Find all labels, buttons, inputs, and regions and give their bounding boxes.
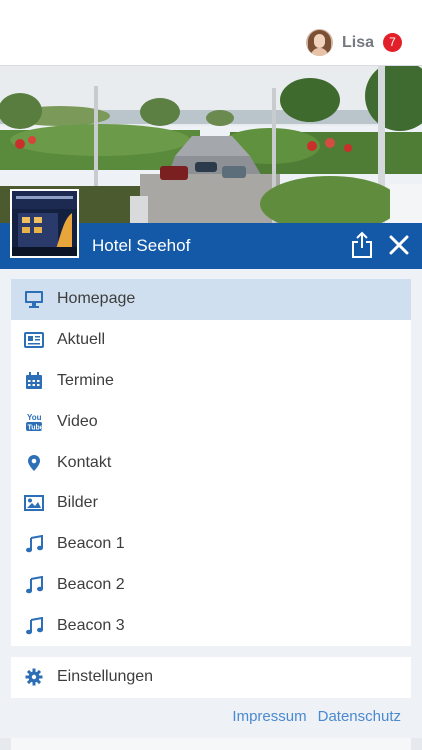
- close-button[interactable]: [388, 234, 410, 256]
- notification-badge[interactable]: 7: [383, 33, 402, 52]
- close-icon: [389, 235, 409, 255]
- menu-item-label: Beacon 2: [57, 575, 125, 593]
- menu-item-aktuell[interactable]: Aktuell: [11, 320, 411, 361]
- menu-item-label: Beacon 1: [57, 535, 125, 553]
- newspaper-icon: [11, 332, 57, 349]
- calendar-icon: [11, 371, 57, 390]
- user-profile[interactable]: Lisa 7: [305, 29, 402, 56]
- impressum-link[interactable]: Impressum: [232, 708, 306, 725]
- menu-item-homepage[interactable]: Homepage: [11, 279, 411, 320]
- datenschutz-link[interactable]: Datenschutz: [318, 708, 401, 725]
- svg-text:Tube: Tube: [28, 424, 44, 431]
- footer-links: Impressum Datenschutz: [221, 708, 401, 725]
- menu-item-einstellungen[interactable]: Einstellungen: [11, 657, 411, 698]
- music-note-icon: [11, 535, 57, 553]
- share-icon: [352, 231, 372, 258]
- menu-item-termine[interactable]: Termine: [11, 361, 411, 402]
- navigation-menu: Homepage Aktuell Termine You Tube Video K…: [11, 279, 411, 646]
- menu-item-beacon-2[interactable]: Beacon 2: [11, 565, 411, 606]
- menu-item-beacon-3[interactable]: Beacon 3: [11, 605, 411, 646]
- svg-text:You: You: [27, 413, 42, 422]
- monitor-icon: [11, 290, 57, 309]
- gear-icon: [11, 668, 57, 686]
- music-note-icon: [11, 616, 57, 635]
- hotel-title: Hotel Seehof: [92, 236, 191, 255]
- menu-item-label: Bilder: [57, 494, 98, 512]
- menu-item-bilder[interactable]: Bilder: [11, 483, 411, 524]
- music-note-icon: [11, 575, 57, 594]
- settings-section: Einstellungen: [11, 657, 411, 698]
- menu-item-label: Homepage: [57, 290, 136, 308]
- menu-item-label: Termine: [57, 371, 114, 389]
- avatar[interactable]: [305, 29, 333, 56]
- menu-item-label: Kontakt: [57, 453, 112, 471]
- menu-item-label: Video: [57, 412, 98, 430]
- share-button[interactable]: [350, 231, 374, 259]
- menu-item-video[interactable]: You Tube Video: [11, 401, 411, 442]
- menu-item-kontakt[interactable]: Kontakt: [11, 442, 411, 483]
- menu-item-label: Einstellungen: [57, 668, 154, 686]
- menu-item-label: Aktuell: [57, 331, 106, 349]
- bottom-strip: [0, 738, 422, 750]
- username[interactable]: Lisa: [342, 34, 374, 52]
- menu-item-label: Beacon 3: [57, 616, 125, 634]
- hotel-logo-thumbnail: [10, 189, 79, 258]
- menu-item-beacon-1[interactable]: Beacon 1: [11, 524, 411, 565]
- map-pin-icon: [11, 454, 57, 472]
- image-icon: [11, 495, 57, 512]
- youtube-icon: You Tube: [11, 412, 57, 432]
- top-bar: Lisa 7: [0, 0, 422, 66]
